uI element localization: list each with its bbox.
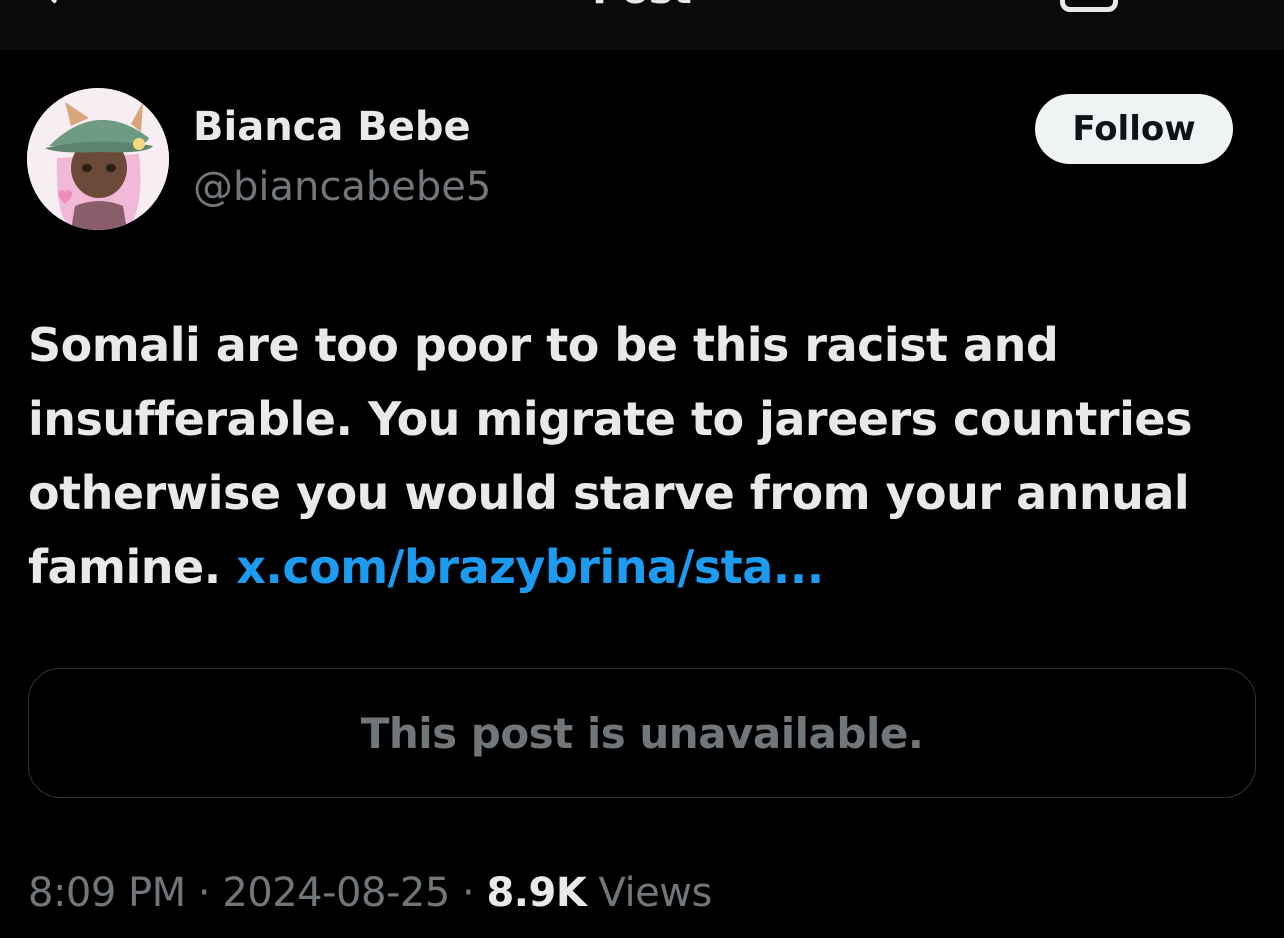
author-display-name[interactable]: Bianca Bebe [193, 104, 471, 150]
follow-button[interactable]: Follow [1035, 94, 1233, 164]
author-handle[interactable]: @biancabebe5 [193, 164, 491, 210]
views-label: Views [586, 870, 713, 916]
top-bar: ← Post [0, 0, 1284, 50]
quoted-post-card: This post is unavailable. [28, 668, 1256, 798]
meta-separator: · [185, 870, 223, 916]
post-meta: 8:09 PM · 2024-08-25 · 8.9K Views [28, 870, 712, 916]
reader-icon[interactable] [1060, 0, 1118, 12]
meta-separator: · [449, 870, 487, 916]
views-count: 8.9K [486, 870, 587, 916]
post-link[interactable]: x.com/brazybrina/sta... [236, 540, 824, 594]
post-time[interactable]: 8:09 PM [28, 870, 186, 916]
post-text: Somali are too poor to be this racist an… [28, 308, 1256, 604]
post-date[interactable]: 2024-08-25 [222, 870, 450, 916]
avatar[interactable] [27, 88, 169, 230]
avatar-illustration [27, 88, 169, 230]
quoted-post-unavailable-text: This post is unavailable. [360, 708, 924, 758]
